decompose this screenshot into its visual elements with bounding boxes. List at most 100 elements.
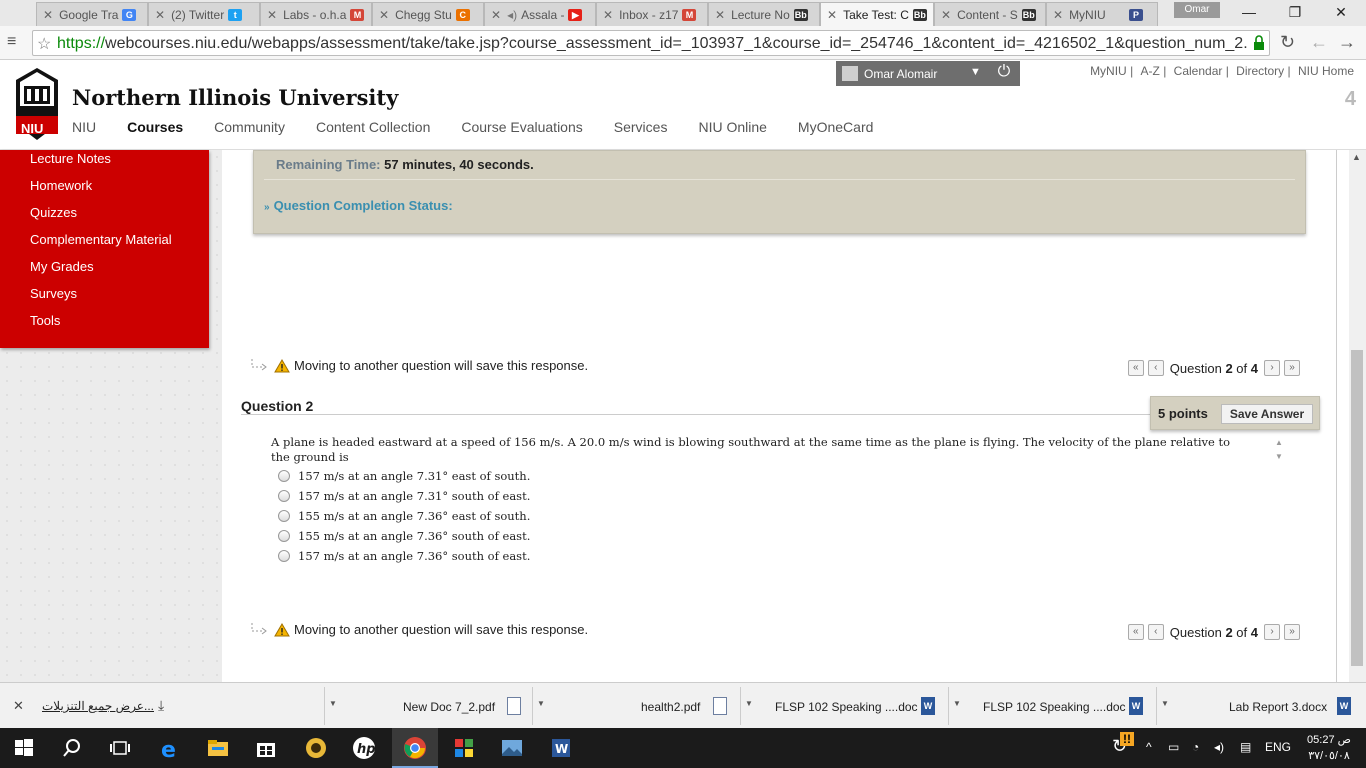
- close-tab-icon[interactable]: ✕: [43, 8, 53, 22]
- course-menu-surveys[interactable]: Surveys: [30, 286, 77, 301]
- browser-tab-lecture-notes[interactable]: ✕ Lecture No Bb: [708, 2, 820, 26]
- language-indicator[interactable]: ENG: [1265, 740, 1291, 754]
- nav-courses[interactable]: Courses: [127, 119, 183, 135]
- link-myniu[interactable]: MyNIU: [1090, 64, 1127, 78]
- scrollbar-thumb[interactable]: [1351, 350, 1363, 666]
- file-explorer-icon[interactable]: [206, 736, 230, 760]
- volume-icon[interactable]: ◂): [1214, 740, 1224, 754]
- browser-tab-content[interactable]: ✕ Content - S Bb: [934, 2, 1046, 26]
- browser-tab-google-translate[interactable]: ✕ Google Tra G: [36, 2, 148, 26]
- browser-tab-chegg[interactable]: ✕ Chegg Stu C: [372, 2, 484, 26]
- download-item[interactable]: ▼ New Doc 7_2.pdf: [324, 687, 530, 725]
- save-answer-button[interactable]: Save Answer: [1221, 404, 1313, 424]
- reload-icon[interactable]: ↻: [1280, 32, 1295, 53]
- browser-tab-labs[interactable]: ✕ Labs - o.h.a M: [260, 2, 372, 26]
- minimize-icon[interactable]: —: [1226, 0, 1272, 24]
- alert-icon[interactable]: !!: [1120, 732, 1134, 746]
- close-icon[interactable]: ✕: [13, 698, 24, 714]
- scroll-up-icon[interactable]: ▲: [1352, 152, 1361, 162]
- last-question-icon[interactable]: »: [1284, 360, 1300, 376]
- address-bar[interactable]: ☆ https://webcourses.niu.edu/webapps/ass…: [32, 30, 1270, 56]
- close-tab-icon[interactable]: ✕: [155, 8, 165, 22]
- chevron-up-icon[interactable]: ^: [1146, 740, 1152, 754]
- show-all-downloads-link[interactable]: عرض جميع التنزيلات...: [42, 699, 154, 713]
- chevron-down-icon[interactable]: ▼: [970, 66, 981, 78]
- nav-niu[interactable]: NIU: [72, 119, 96, 135]
- course-menu-lecture-notes[interactable]: Lecture Notes: [30, 151, 111, 166]
- first-question-icon[interactable]: «: [1127, 624, 1144, 640]
- close-window-icon[interactable]: ✕: [1318, 0, 1364, 24]
- action-center-icon[interactable]: ▤: [1240, 740, 1251, 754]
- task-view-icon[interactable]: [108, 736, 132, 760]
- download-item[interactable]: ▼ Lab Report 3.docx W: [1156, 687, 1362, 725]
- browser-tab-twitter[interactable]: ✕ (2) Twitter t: [148, 2, 260, 26]
- maximize-icon[interactable]: ❐: [1272, 0, 1318, 24]
- hp-icon[interactable]: hp: [352, 736, 376, 760]
- edge-icon[interactable]: e: [158, 736, 182, 760]
- answer-radio[interactable]: [278, 510, 290, 522]
- download-item[interactable]: ▼ FLSP 102 Speaking ....doc W: [948, 687, 1154, 725]
- user-menu[interactable]: Omar Alomair ▼ ⏻: [836, 61, 1020, 86]
- close-tab-icon[interactable]: ✕: [941, 8, 951, 22]
- chevron-down-icon[interactable]: ▼: [1161, 699, 1169, 708]
- close-tab-icon[interactable]: ✕: [491, 8, 501, 22]
- close-tab-icon[interactable]: ✕: [715, 8, 725, 22]
- browser-tab-assala[interactable]: ✕ ◂) Assala - ▶: [484, 2, 596, 26]
- download-item[interactable]: ▼ FLSP 102 Speaking ....doc W: [740, 687, 946, 725]
- chevron-down-icon[interactable]: ▼: [953, 699, 961, 708]
- answer-radio[interactable]: [278, 490, 290, 502]
- chrome-icon[interactable]: [403, 736, 427, 760]
- search-icon[interactable]: [60, 736, 84, 760]
- browser-tab-myniu[interactable]: ✕ MyNIU P: [1046, 2, 1158, 26]
- course-menu-complementary-material[interactable]: Complementary Material: [30, 232, 172, 247]
- app-icon[interactable]: [304, 736, 328, 760]
- previous-question-icon[interactable]: ‹: [1147, 624, 1164, 640]
- question-text-scroll[interactable]: ▲ ▼: [1272, 436, 1286, 464]
- nav-community[interactable]: Community: [214, 119, 285, 135]
- last-question-icon[interactable]: »: [1284, 624, 1300, 640]
- hamburger-menu-icon[interactable]: ≡: [7, 34, 21, 50]
- paint-app-icon[interactable]: [452, 736, 476, 760]
- browser-tab-inbox[interactable]: ✕ Inbox - z17 M: [596, 2, 708, 26]
- back-icon[interactable]: ←: [1310, 32, 1328, 53]
- store-icon[interactable]: [254, 736, 278, 760]
- nav-services[interactable]: Services: [614, 119, 668, 135]
- bookmark-star-icon[interactable]: ☆: [37, 34, 51, 54]
- first-question-icon[interactable]: «: [1127, 360, 1144, 376]
- close-tab-icon[interactable]: ✕: [267, 8, 277, 22]
- link-calendar[interactable]: Calendar: [1174, 64, 1223, 78]
- battery-icon[interactable]: ▭: [1168, 740, 1179, 754]
- forward-icon[interactable]: →: [1338, 32, 1356, 53]
- close-tab-icon[interactable]: ✕: [1053, 8, 1063, 22]
- link-a-z[interactable]: A-Z: [1141, 64, 1160, 78]
- clock[interactable]: 05:27 ص ٣٧/٠٥/٠٨: [1302, 732, 1356, 764]
- course-menu-quizzes[interactable]: Quizzes: [30, 205, 77, 220]
- chevron-down-icon[interactable]: ▼: [537, 699, 545, 708]
- link-niu-home[interactable]: NIU Home: [1298, 64, 1354, 78]
- download-item[interactable]: ▼ health2.pdf: [532, 687, 738, 725]
- next-question-icon[interactable]: ›: [1264, 624, 1280, 640]
- answer-choice-1[interactable]: 157 m/s at an angle 7.31° east of south.: [278, 469, 530, 483]
- profile-button[interactable]: Omar: [1174, 2, 1220, 18]
- nav-content-collection[interactable]: Content Collection: [316, 119, 430, 135]
- answer-choice-2[interactable]: 157 m/s at an angle 7.31° south of east.: [278, 489, 530, 503]
- answer-choice-5[interactable]: 157 m/s at an angle 7.36° south of east.: [278, 549, 530, 563]
- answer-radio[interactable]: [278, 530, 290, 542]
- browser-tab-take-test[interactable]: ✕ Take Test: C Bb: [820, 2, 934, 26]
- question-completion-toggle[interactable]: » Question Completion Status:: [264, 198, 453, 213]
- power-icon[interactable]: ⏻: [992, 63, 1016, 85]
- link-directory[interactable]: Directory: [1236, 64, 1284, 78]
- course-menu-my-grades[interactable]: My Grades: [30, 259, 94, 274]
- course-menu-tools[interactable]: Tools: [30, 313, 60, 328]
- next-question-icon[interactable]: ›: [1264, 360, 1280, 376]
- chevron-down-icon[interactable]: ▼: [329, 699, 337, 708]
- chevron-down-icon[interactable]: ▼: [745, 699, 753, 708]
- previous-question-icon[interactable]: ‹: [1147, 360, 1164, 376]
- course-menu-homework[interactable]: Homework: [30, 178, 92, 193]
- word-icon[interactable]: W: [549, 736, 573, 760]
- answer-choice-4[interactable]: 155 m/s at an angle 7.36° south of east.: [278, 529, 530, 543]
- answer-radio[interactable]: [278, 470, 290, 482]
- wifi-icon[interactable]: ◔: [1192, 740, 1199, 754]
- nav-myonecard[interactable]: MyOneCard: [798, 119, 873, 135]
- close-tab-icon[interactable]: ✕: [603, 8, 613, 22]
